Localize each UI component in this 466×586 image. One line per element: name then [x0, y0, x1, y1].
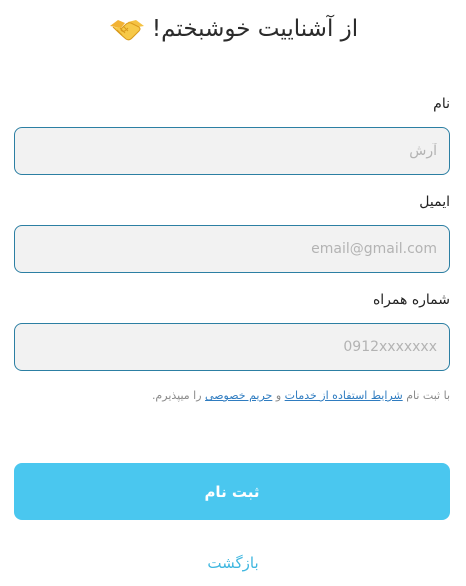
handshake-icon — [108, 14, 146, 44]
terms-notice: با ثبت نام شرایط استفاده از خدمات و حریم… — [14, 389, 450, 402]
terms-suffix: را میپذیرم. — [151, 389, 202, 402]
email-label: ایمیل — [419, 194, 450, 210]
register-button[interactable]: ثبت نام — [14, 463, 450, 520]
terms-prefix: با ثبت نام — [406, 389, 450, 402]
privacy-policy-link[interactable]: حریم خصوصی — [205, 389, 272, 402]
email-input[interactable] — [15, 226, 449, 272]
name-field-container — [14, 127, 450, 175]
name-input[interactable] — [15, 128, 449, 174]
terms-and: و — [275, 389, 282, 402]
phone-input[interactable] — [15, 324, 449, 370]
terms-of-service-link[interactable]: شرایط استفاده از خدمات — [285, 389, 403, 402]
phone-label: شماره همراه — [372, 292, 450, 308]
email-field-container — [14, 225, 450, 273]
name-label: نام — [433, 96, 450, 112]
page-title: از آشناییت خوشبختم! — [151, 16, 359, 42]
phone-field-container — [14, 323, 450, 371]
back-link[interactable]: بازگشت — [0, 554, 466, 572]
page-header: از آشناییت خوشبختم! — [0, 10, 466, 48]
